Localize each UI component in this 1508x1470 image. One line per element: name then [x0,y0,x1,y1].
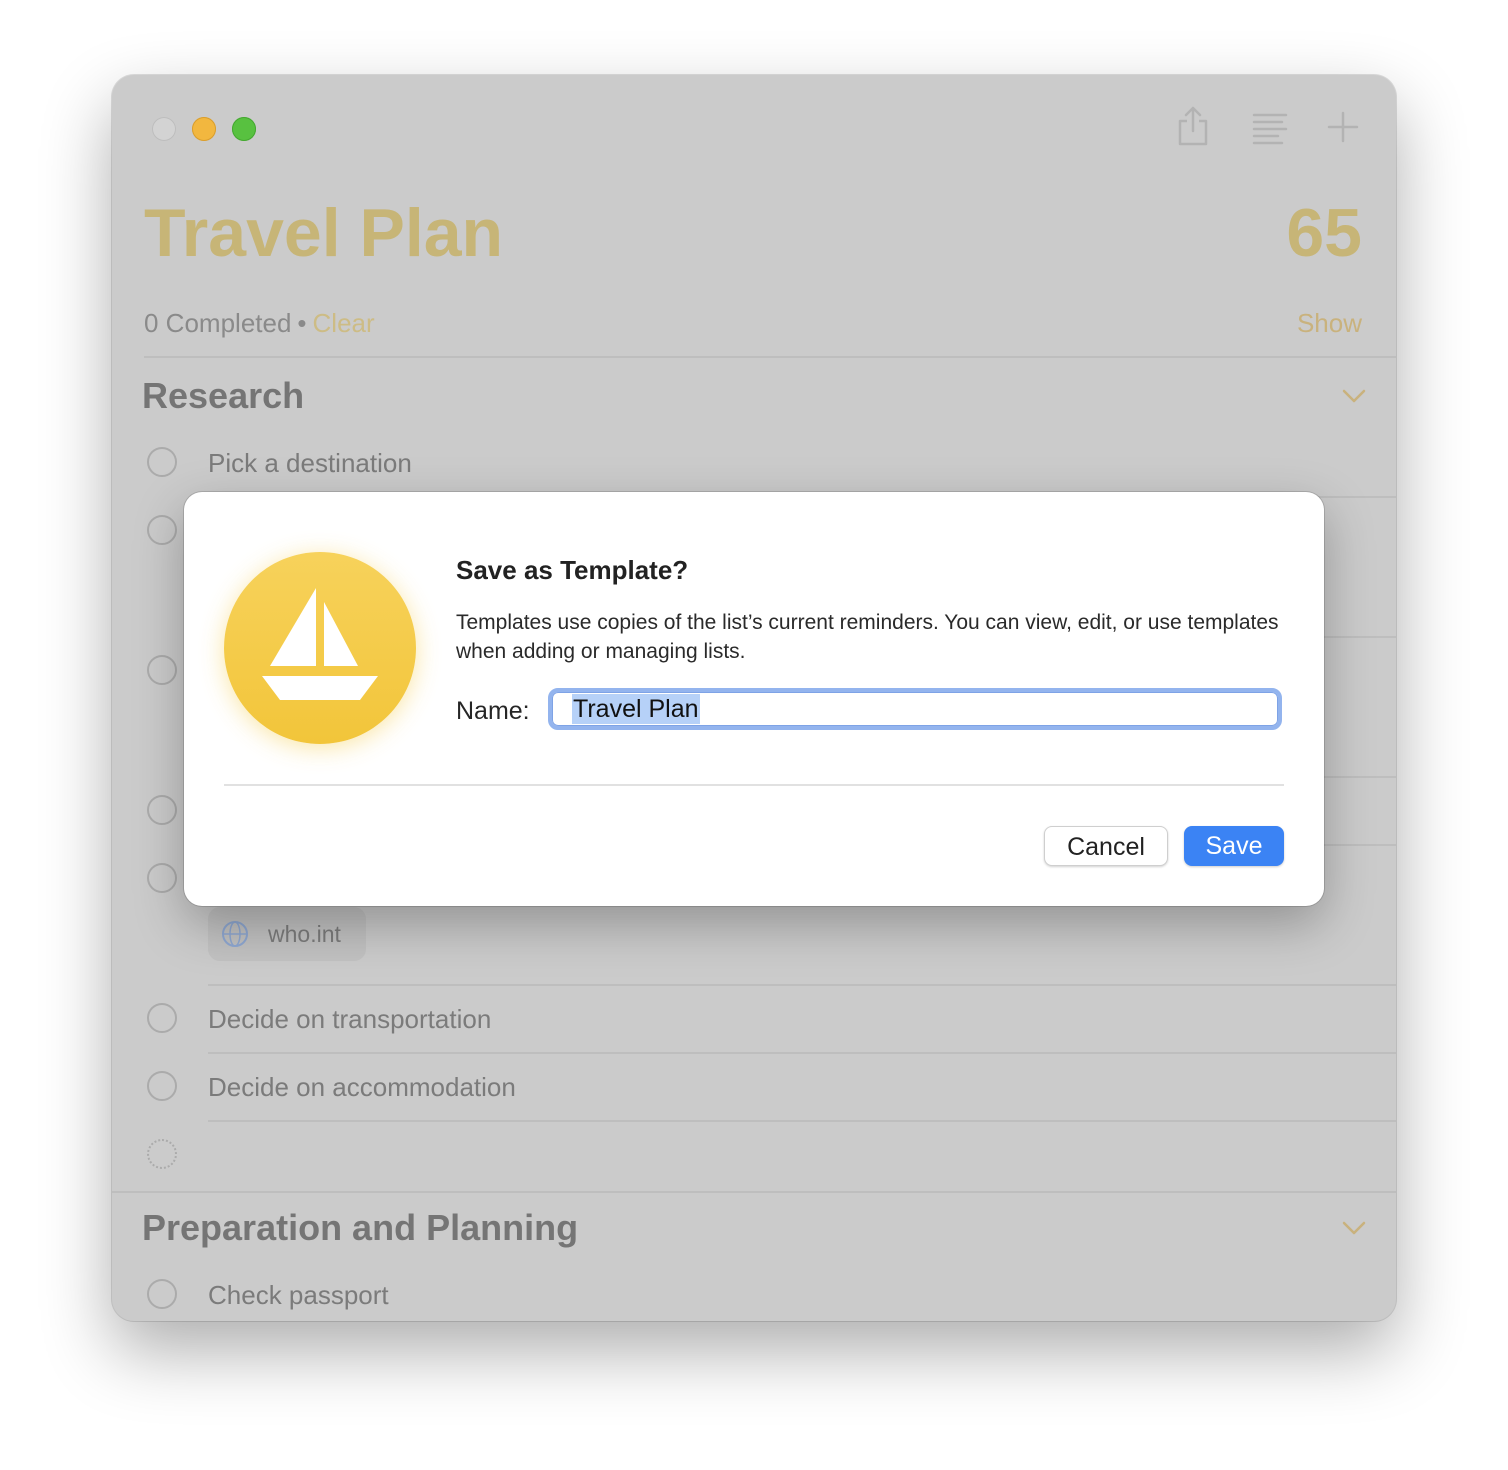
minimize-window-button[interactable] [192,117,216,141]
reminder-checkbox[interactable] [147,447,177,477]
app-icon [224,552,416,744]
row-divider [208,1052,1396,1054]
cancel-button[interactable]: Cancel [1044,826,1168,866]
save-template-dialog: Save as Template? Templates use copies o… [184,492,1324,906]
clear-completed-link[interactable]: Clear [313,308,375,338]
reminder-checkbox[interactable] [147,655,177,685]
completed-row: 0 Completed • Clear [144,307,375,339]
name-label: Name: [456,697,530,725]
template-name-input[interactable]: Travel Plan [548,688,1282,730]
reminder-checkbox[interactable] [147,515,177,545]
dialog-title: Save as Template? [456,555,689,585]
new-reminder-checkbox[interactable] [147,1139,177,1169]
section-divider [112,1191,1396,1193]
section-title-research[interactable]: Research [142,375,304,417]
reminder-count: 65 [1286,195,1362,271]
reminder-checkbox[interactable] [147,1003,177,1033]
show-completed-link[interactable]: Show [1297,307,1362,339]
reminder-checkbox[interactable] [147,795,177,825]
globe-icon [222,921,248,947]
dialog-message: Templates use copies of the list’s curre… [456,611,1279,663]
link-chip-label: who.int [268,921,341,947]
template-name-value: Travel Plan [572,694,700,724]
dialog-divider [224,784,1284,786]
list-format-icon[interactable] [1252,105,1288,145]
link-chip[interactable]: who.int [208,907,366,961]
reminder-checkbox[interactable] [147,863,177,893]
reminder-title[interactable]: Check passport [208,1279,389,1311]
row-divider [208,1120,1396,1122]
section-title-preparation[interactable]: Preparation and Planning [142,1207,578,1249]
reminder-checkbox[interactable] [147,1071,177,1101]
save-button[interactable]: Save [1184,826,1284,866]
sailboat-icon [262,588,378,700]
completed-count: 0 Completed [144,308,292,338]
reminder-title[interactable]: Decide on accommodation [208,1071,516,1103]
chevron-down-icon[interactable] [1342,389,1366,403]
zoom-window-button[interactable] [232,117,256,141]
list-title: Travel Plan [144,195,504,271]
reminder-title[interactable]: Decide on transportation [208,1003,491,1035]
close-window-button[interactable] [152,117,176,141]
row-divider [208,984,1396,986]
header-divider [144,356,1396,358]
separator-dot: • [297,308,307,338]
reminder-title[interactable]: Pick a destination [208,447,412,479]
chevron-down-icon[interactable] [1342,1221,1366,1235]
reminder-checkbox[interactable] [147,1279,177,1309]
share-icon[interactable] [1176,105,1210,147]
plus-icon[interactable] [1326,105,1360,145]
